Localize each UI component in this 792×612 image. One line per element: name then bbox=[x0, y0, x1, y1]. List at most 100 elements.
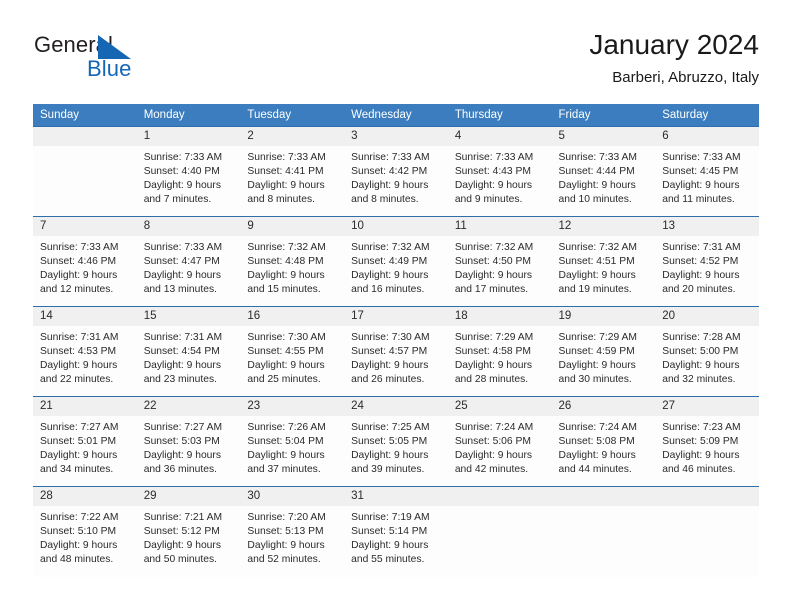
calendar-day-cell[interactable]: 10 Sunrise: 7:32 AM Sunset: 4:49 PM Dayligh… bbox=[344, 216, 448, 307]
daylight-duration-line2: and 39 minutes. bbox=[351, 464, 425, 476]
calendar-page: General Blue January 2024 Barberi, Abruz… bbox=[0, 0, 792, 612]
day-details: Sunrise: 7:27 AM Sunset: 5:03 PM Daylight:… bbox=[137, 416, 241, 477]
daylight-duration-line1: Daylight: 9 hours bbox=[247, 270, 325, 282]
daylight-duration-line1: Daylight: 9 hours bbox=[143, 180, 221, 192]
day-details: Sunrise: 7:24 AM Sunset: 5:08 PM Daylight:… bbox=[552, 416, 656, 477]
sunrise-time: Sunrise: 7:27 AM bbox=[40, 422, 119, 433]
calendar-day-cell[interactable]: 3 Sunrise: 7:33 AM Sunset: 4:42 PM Daylight… bbox=[344, 126, 448, 217]
daylight-duration-line2: and 23 minutes. bbox=[143, 374, 217, 386]
day-number: 4 bbox=[447, 127, 552, 146]
day-number: 9 bbox=[240, 217, 345, 236]
day-details: Sunrise: 7:33 AM Sunset: 4:41 PM Daylight:… bbox=[240, 146, 344, 207]
calendar-day-cell[interactable]: 17 Sunrise: 7:30 AM Sunset: 4:57 PM Dayligh… bbox=[344, 306, 448, 397]
sunset-time: Sunset: 5:14 PM bbox=[351, 526, 428, 538]
day-number: 11 bbox=[447, 217, 552, 236]
sunrise-time: Sunrise: 7:31 AM bbox=[143, 332, 223, 343]
daylight-duration-line1: Daylight: 9 hours bbox=[662, 180, 740, 192]
calendar-day-cell[interactable]: 15 Sunrise: 7:31 AM Sunset: 4:54 PM Dayligh… bbox=[136, 306, 241, 397]
calendar-day-cell[interactable]: 1 Sunrise: 7:33 AM Sunset: 4:40 PM Daylight… bbox=[136, 126, 241, 217]
sunrise-time: Sunrise: 7:33 AM bbox=[40, 242, 119, 253]
day-details: Sunrise: 7:32 AM Sunset: 4:51 PM Daylight:… bbox=[552, 236, 656, 297]
daylight-duration-line2: and 42 minutes. bbox=[454, 464, 529, 476]
calendar-week-row: 1 Sunrise: 7:33 AM Sunset: 4:40 PM Daylight… bbox=[33, 126, 759, 217]
calendar-day-cell[interactable]: 29 Sunrise: 7:21 AM Sunset: 5:12 PM Dayligh… bbox=[136, 486, 241, 577]
brand-logo[interactable]: General Blue bbox=[33, 32, 253, 94]
daylight-duration-line2: and 10 minutes. bbox=[558, 194, 632, 206]
day-details: Sunrise: 7:22 AM Sunset: 5:10 PM Daylight:… bbox=[33, 506, 137, 567]
day-number: 15 bbox=[136, 307, 241, 326]
day-number: 24 bbox=[344, 397, 448, 416]
calendar-day-cell[interactable]: 7 Sunrise: 7:33 AM Sunset: 4:46 PM Daylight… bbox=[33, 216, 137, 307]
daylight-duration-line1: Daylight: 9 hours bbox=[40, 360, 118, 372]
day-details: Sunrise: 7:24 AM Sunset: 5:06 PM Daylight:… bbox=[448, 416, 552, 477]
calendar-day-cell[interactable]: 13 Sunrise: 7:31 AM Sunset: 4:52 PM Dayligh… bbox=[655, 216, 759, 307]
sunset-time: Sunset: 4:53 PM bbox=[40, 346, 117, 358]
calendar-day-cell[interactable]: 25 Sunrise: 7:24 AM Sunset: 5:06 PM Dayligh… bbox=[447, 396, 552, 487]
daylight-duration-line1: Daylight: 9 hours bbox=[247, 540, 325, 552]
calendar-day-cell[interactable]: 6 Sunrise: 7:33 AM Sunset: 4:45 PM Daylight… bbox=[655, 126, 759, 217]
calendar-day-cell[interactable]: 22 Sunrise: 7:27 AM Sunset: 5:03 PM Dayligh… bbox=[136, 396, 241, 487]
calendar-day-cell[interactable]: 26 Sunrise: 7:24 AM Sunset: 5:08 PM Dayligh… bbox=[551, 396, 656, 487]
calendar-day-cell[interactable]: 20 Sunrise: 7:28 AM Sunset: 5:00 PM Dayligh… bbox=[655, 306, 759, 397]
calendar-day-cell[interactable]: 28 Sunrise: 7:22 AM Sunset: 5:10 PM Dayligh… bbox=[33, 486, 137, 577]
calendar-day-cell[interactable]: 18 Sunrise: 7:29 AM Sunset: 4:58 PM Dayligh… bbox=[447, 306, 552, 397]
calendar-day-cell[interactable]: 2 Sunrise: 7:33 AM Sunset: 4:41 PM Daylight… bbox=[240, 126, 345, 217]
daylight-duration-line1: Daylight: 9 hours bbox=[247, 360, 325, 372]
calendar-day-cell[interactable]: 31 Sunrise: 7:19 AM Sunset: 5:14 PM Dayligh… bbox=[344, 486, 448, 577]
sunset-time: Sunset: 4:48 PM bbox=[247, 256, 324, 268]
sunrise-time: Sunrise: 7:21 AM bbox=[143, 512, 223, 523]
daylight-duration-line1: Daylight: 9 hours bbox=[454, 270, 533, 282]
day-details: Sunrise: 7:30 AM Sunset: 4:57 PM Daylight:… bbox=[344, 326, 448, 387]
weekday-header-monday: Monday bbox=[136, 104, 241, 127]
calendar-day-cell[interactable]: 14 Sunrise: 7:31 AM Sunset: 4:53 PM Dayligh… bbox=[33, 306, 137, 397]
calendar-day-cell[interactable]: 27 Sunrise: 7:23 AM Sunset: 5:09 PM Dayligh… bbox=[655, 396, 759, 487]
sunrise-time: Sunrise: 7:28 AM bbox=[662, 332, 741, 343]
calendar-day-cell[interactable]: 24 Sunrise: 7:25 AM Sunset: 5:05 PM Dayligh… bbox=[344, 396, 448, 487]
daylight-duration-line1: Daylight: 9 hours bbox=[247, 180, 325, 192]
calendar-day-cell[interactable]: 16 Sunrise: 7:30 AM Sunset: 4:55 PM Dayligh… bbox=[240, 306, 345, 397]
calendar-day-cell[interactable]: 12 Sunrise: 7:32 AM Sunset: 4:51 PM Dayligh… bbox=[551, 216, 656, 307]
calendar-empty-cell bbox=[655, 486, 759, 577]
day-details: Sunrise: 7:30 AM Sunset: 4:55 PM Daylight:… bbox=[240, 326, 344, 387]
calendar-day-cell[interactable]: 9 Sunrise: 7:32 AM Sunset: 4:48 PM Daylight… bbox=[240, 216, 345, 307]
calendar-day-cell[interactable]: 8 Sunrise: 7:33 AM Sunset: 4:47 PM Daylight… bbox=[136, 216, 241, 307]
sunset-time: Sunset: 5:09 PM bbox=[662, 436, 739, 448]
calendar-empty-cell bbox=[551, 486, 656, 577]
day-details: Sunrise: 7:25 AM Sunset: 5:05 PM Daylight:… bbox=[344, 416, 448, 477]
sunrise-time: Sunrise: 7:30 AM bbox=[351, 332, 430, 343]
sunset-time: Sunset: 4:42 PM bbox=[351, 166, 428, 178]
day-number: 19 bbox=[551, 307, 656, 326]
day-number bbox=[551, 487, 656, 506]
calendar-day-cell[interactable]: 11 Sunrise: 7:32 AM Sunset: 4:50 PM Dayligh… bbox=[447, 216, 552, 307]
day-details: Sunrise: 7:21 AM Sunset: 5:12 PM Daylight:… bbox=[137, 506, 241, 567]
calendar-day-cell[interactable]: 5 Sunrise: 7:33 AM Sunset: 4:44 PM Daylight… bbox=[551, 126, 656, 217]
day-details: Sunrise: 7:28 AM Sunset: 5:00 PM Daylight:… bbox=[655, 326, 759, 387]
day-number: 13 bbox=[655, 217, 759, 236]
daylight-duration-line2: and 12 minutes. bbox=[40, 284, 114, 296]
calendar-day-cell[interactable]: 23 Sunrise: 7:26 AM Sunset: 5:04 PM Dayligh… bbox=[240, 396, 345, 487]
daylight-duration-line1: Daylight: 9 hours bbox=[143, 360, 221, 372]
calendar-day-cell[interactable]: 4 Sunrise: 7:33 AM Sunset: 4:43 PM Daylight… bbox=[447, 126, 552, 217]
day-number: 8 bbox=[136, 217, 241, 236]
daylight-duration-line2: and 11 minutes. bbox=[662, 194, 735, 206]
sunset-time: Sunset: 4:44 PM bbox=[558, 166, 635, 178]
daylight-duration-line1: Daylight: 9 hours bbox=[662, 270, 740, 282]
day-number: 12 bbox=[551, 217, 656, 236]
daylight-duration-line1: Daylight: 9 hours bbox=[351, 270, 429, 282]
daylight-duration-line2: and 48 minutes. bbox=[40, 554, 114, 566]
calendar-day-cell[interactable]: 19 Sunrise: 7:29 AM Sunset: 4:59 PM Dayligh… bbox=[551, 306, 656, 397]
calendar-week-row: 21 Sunrise: 7:27 AM Sunset: 5:01 PM Dayligh… bbox=[33, 396, 759, 487]
sunrise-time: Sunrise: 7:31 AM bbox=[40, 332, 119, 343]
daylight-duration-line2: and 20 minutes. bbox=[662, 284, 736, 296]
day-number: 23 bbox=[240, 397, 345, 416]
calendar-day-cell[interactable]: 21 Sunrise: 7:27 AM Sunset: 5:01 PM Dayligh… bbox=[33, 396, 137, 487]
daylight-duration-line2: and 26 minutes. bbox=[351, 374, 425, 386]
sunrise-time: Sunrise: 7:33 AM bbox=[558, 152, 637, 163]
calendar-day-cell[interactable]: 30 Sunrise: 7:20 AM Sunset: 5:13 PM Dayligh… bbox=[240, 486, 345, 577]
day-number: 5 bbox=[551, 127, 656, 146]
day-number: 3 bbox=[344, 127, 448, 146]
daylight-duration-line1: Daylight: 9 hours bbox=[351, 450, 429, 462]
sunset-time: Sunset: 4:52 PM bbox=[662, 256, 739, 268]
sunrise-time: Sunrise: 7:31 AM bbox=[662, 242, 741, 253]
sunset-time: Sunset: 5:00 PM bbox=[662, 346, 739, 358]
